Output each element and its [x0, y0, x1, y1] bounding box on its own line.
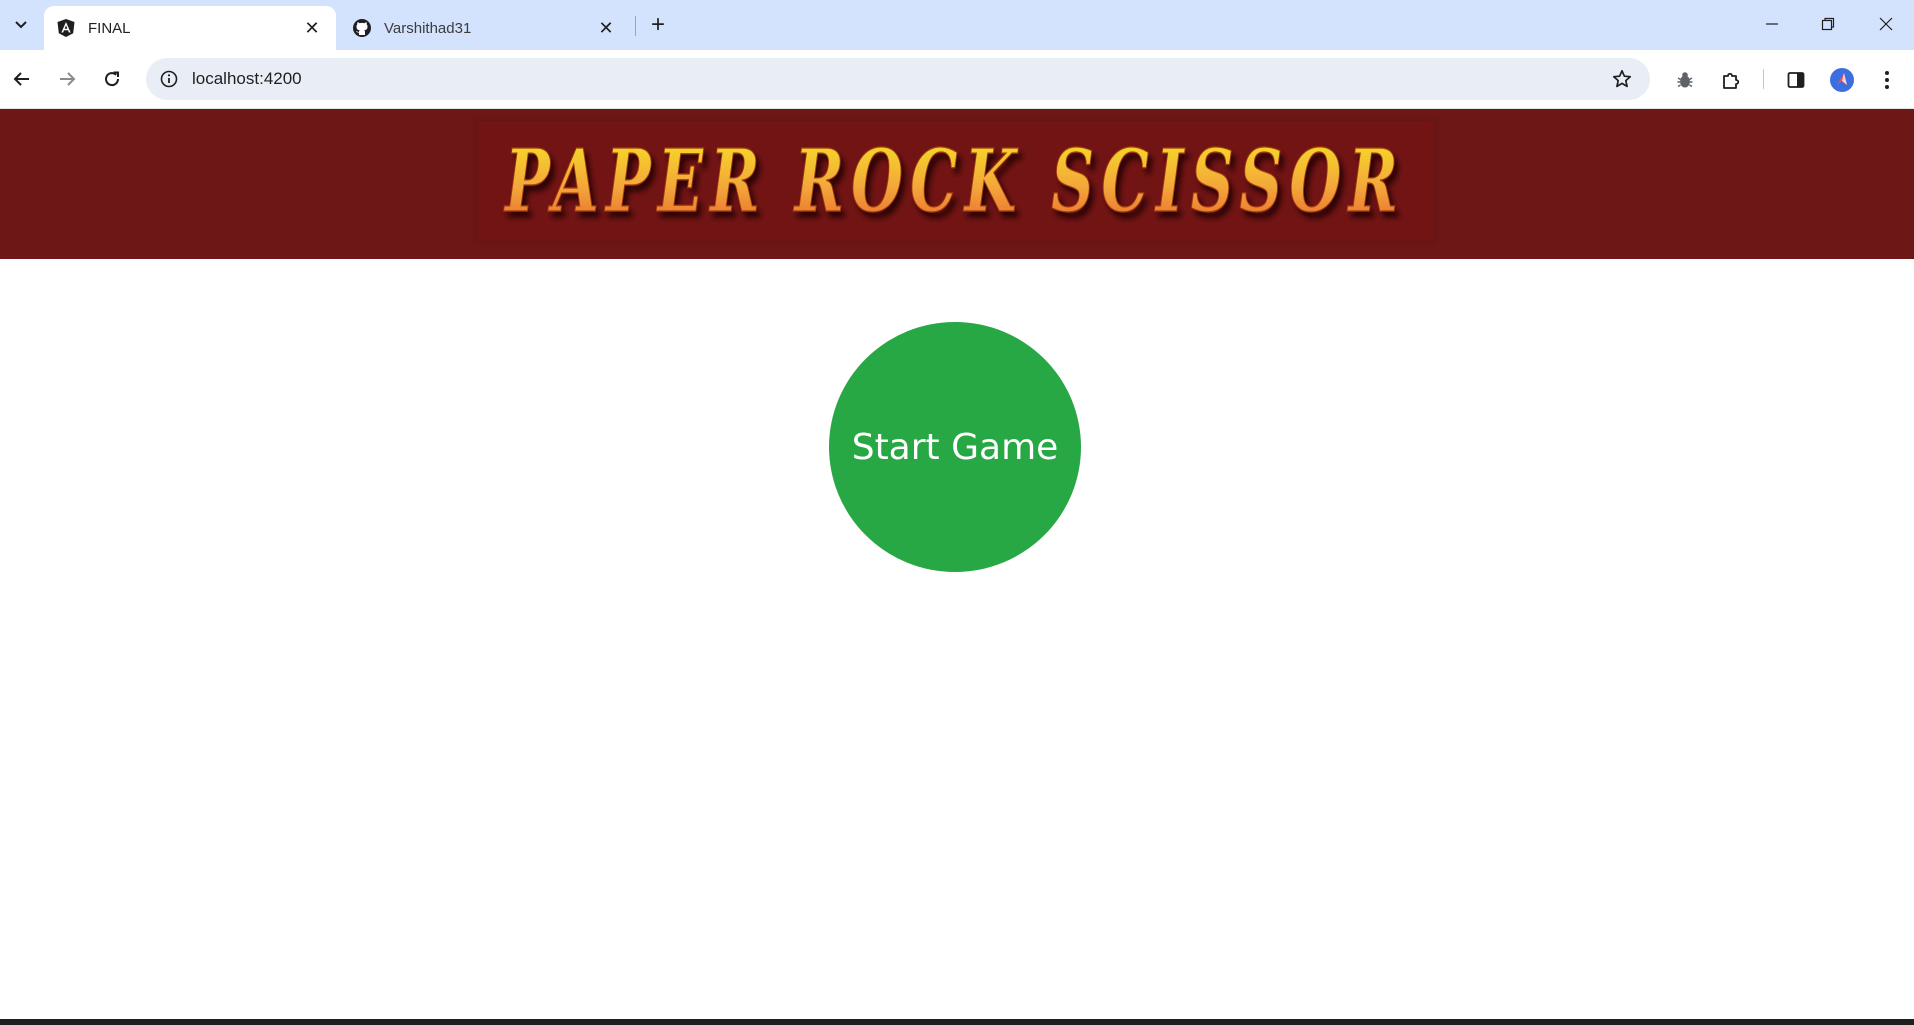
- tab-strip: FINAL ✕ Varshithad31 ✕ +: [0, 0, 1914, 50]
- bug-extension-icon[interactable]: [1668, 63, 1702, 97]
- page-header: PAPER ROCK SCISSOR: [0, 109, 1914, 259]
- more-menu-icon[interactable]: [1870, 63, 1904, 97]
- tab-close-button[interactable]: ✕: [594, 16, 618, 40]
- github-icon: [352, 18, 372, 38]
- reload-icon: [105, 71, 120, 87]
- bookmark-star-icon[interactable]: [1608, 65, 1636, 93]
- tab-close-button[interactable]: ✕: [300, 16, 324, 40]
- taskbar-edge: [0, 1019, 1914, 1025]
- arrow-right-icon: [60, 72, 76, 86]
- start-game-button[interactable]: Start Game: [829, 322, 1081, 572]
- back-button[interactable]: [5, 62, 39, 96]
- arrow-left-icon: [13, 72, 29, 86]
- restore-button[interactable]: [1800, 0, 1856, 48]
- tab-separator: [635, 16, 636, 36]
- logo-text: PAPER ROCK SCISSOR: [503, 131, 1405, 232]
- close-icon: [1879, 17, 1893, 31]
- reload-button[interactable]: [95, 62, 129, 96]
- angular-icon: [56, 18, 76, 38]
- minimize-icon: [1766, 23, 1778, 25]
- new-tab-button[interactable]: +: [643, 10, 673, 40]
- address-bar[interactable]: localhost:4200: [146, 58, 1650, 100]
- chevron-down-icon: [15, 21, 27, 29]
- toolbar-separator: [1763, 69, 1764, 89]
- game-logo: PAPER ROCK SCISSOR: [477, 121, 1434, 241]
- profile-avatar[interactable]: [1825, 63, 1859, 97]
- tab-final[interactable]: FINAL ✕: [44, 6, 336, 50]
- tab-search-button[interactable]: [6, 9, 36, 39]
- site-info-icon[interactable]: [154, 64, 184, 94]
- close-window-button[interactable]: [1858, 0, 1914, 48]
- side-panel-icon[interactable]: [1779, 63, 1813, 97]
- address-url[interactable]: localhost:4200: [192, 69, 302, 89]
- extensions-puzzle-icon[interactable]: [1714, 63, 1748, 97]
- restore-icon: [1821, 17, 1835, 31]
- tab-varshithad31[interactable]: Varshithad31 ✕: [340, 6, 630, 50]
- tab-title: FINAL: [88, 19, 131, 37]
- tab-title: Varshithad31: [384, 19, 472, 37]
- minimize-button[interactable]: [1744, 0, 1800, 48]
- forward-button[interactable]: [50, 62, 84, 96]
- browser-toolbar: localhost:4200: [0, 50, 1914, 109]
